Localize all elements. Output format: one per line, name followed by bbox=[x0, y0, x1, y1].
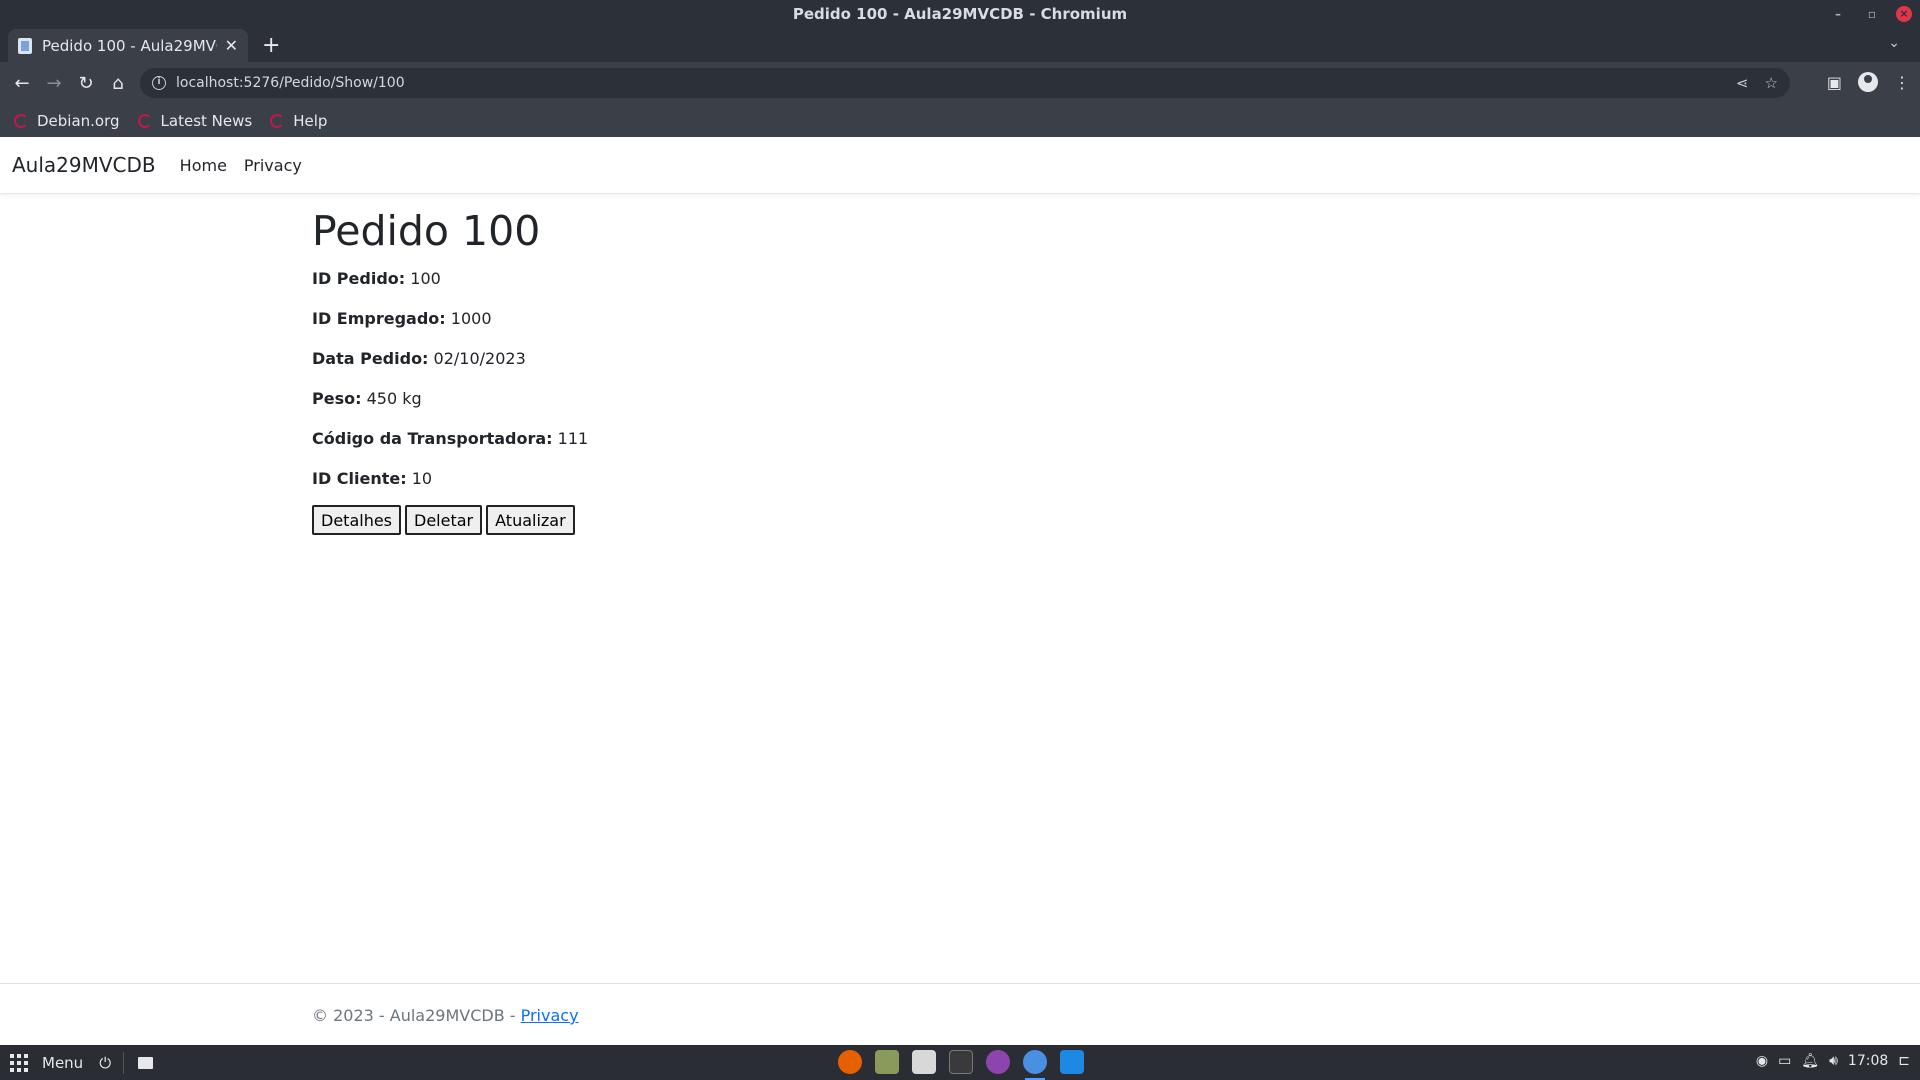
tab-title: Pedido 100 - Aula29MVC bbox=[42, 36, 217, 55]
notification-bell-icon[interactable]: 🔔︎ bbox=[1801, 1053, 1819, 1069]
page-favicon-icon bbox=[18, 37, 32, 54]
field-peso: Peso: 450 kg bbox=[312, 389, 1612, 409]
bookmark-help[interactable]: Help bbox=[270, 112, 327, 130]
copyright-text: © 2023 - Aula29MVCDB - bbox=[312, 1006, 521, 1025]
desktop-taskbar: Menu ⏻ ◉ ▭ 🔔︎ 🔊︎ 17:08 ⊏ bbox=[0, 1045, 1920, 1080]
field-label: Código da Transportadora: bbox=[312, 429, 553, 449]
power-icon[interactable]: ⏻ bbox=[99, 1054, 111, 1072]
field-value: 100 bbox=[410, 269, 441, 289]
minimize-icon[interactable]: – bbox=[1828, 0, 1848, 28]
site-info-icon[interactable]: i bbox=[152, 76, 166, 90]
nav-link-home[interactable]: Home bbox=[180, 156, 227, 175]
site-navbar: Aula29MVCDB Home Privacy bbox=[0, 137, 1920, 194]
folder-icon[interactable] bbox=[138, 1056, 154, 1069]
app-menu-grid-icon[interactable] bbox=[10, 1053, 28, 1072]
clock[interactable]: 17:08 bbox=[1848, 1053, 1888, 1069]
update-button[interactable]: Atualizar bbox=[486, 505, 575, 536]
tab-close-icon[interactable]: ✕ bbox=[225, 36, 238, 55]
bookmark-star-icon[interactable]: ☆ bbox=[1765, 74, 1778, 92]
maximize-icon[interactable]: ▫ bbox=[1862, 0, 1882, 28]
site-brand-link[interactable]: Aula29MVCDB bbox=[12, 153, 156, 177]
field-label: ID Cliente: bbox=[312, 469, 407, 489]
back-arrow-icon[interactable]: ← bbox=[6, 73, 38, 94]
field-label: ID Pedido: bbox=[312, 269, 406, 289]
bookmarks-bar: Debian.org Latest News Help bbox=[0, 104, 1920, 137]
menu-button[interactable]: Menu bbox=[42, 1054, 83, 1072]
display-icon[interactable]: ▭ bbox=[1778, 1053, 1791, 1069]
forward-arrow-icon[interactable]: → bbox=[38, 73, 70, 94]
browser-toolbar: ← → ↻ ⌂ i localhost:5276/Pedido/Show/100… bbox=[0, 62, 1920, 104]
taskbar-apps bbox=[838, 1050, 1084, 1080]
field-value: 1000 bbox=[450, 309, 492, 329]
window-title: Pedido 100 - Aula29MVCDB - Chromium bbox=[792, 5, 1128, 23]
text-editor-icon[interactable] bbox=[912, 1050, 936, 1074]
page-title: Pedido 100 bbox=[312, 207, 541, 255]
delete-button[interactable]: Deletar bbox=[405, 505, 483, 536]
field-data-pedido: Data Pedido: 02/10/2023 bbox=[312, 349, 1612, 369]
home-icon[interactable]: ⌂ bbox=[102, 73, 134, 94]
field-value: 10 bbox=[411, 469, 433, 489]
footer-text: © 2023 - Aula29MVCDB - Privacy bbox=[312, 1006, 579, 1025]
system-tray: ◉ ▭ 🔔︎ 🔊︎ 17:08 ⊏ bbox=[1756, 1053, 1910, 1069]
close-window-button[interactable]: × bbox=[1896, 6, 1912, 22]
files-icon[interactable] bbox=[875, 1050, 899, 1074]
field-value: 111 bbox=[557, 429, 589, 449]
window-controls: – ▫ × bbox=[1828, 0, 1912, 28]
field-id-pedido: ID Pedido: 100 bbox=[312, 269, 1612, 289]
new-tab-icon[interactable]: + bbox=[262, 33, 280, 58]
details-button[interactable]: Detalhes bbox=[312, 505, 402, 536]
field-label: ID Empregado: bbox=[312, 309, 446, 329]
volume-icon[interactable]: 🔊︎ bbox=[1829, 1053, 1838, 1069]
profile-avatar-icon[interactable] bbox=[1858, 72, 1878, 92]
bookmark-label: Help bbox=[293, 111, 328, 130]
field-value: 02/10/2023 bbox=[433, 349, 526, 369]
site-footer: © 2023 - Aula29MVCDB - Privacy bbox=[0, 983, 1920, 1045]
nav-link-privacy[interactable]: Privacy bbox=[244, 156, 302, 175]
field-label: Data Pedido: bbox=[312, 349, 429, 369]
debian-swirl-icon bbox=[137, 113, 152, 128]
bookmark-latest-news[interactable]: Latest News bbox=[137, 111, 253, 130]
main-content: Pedido 100 ID Pedido: 100 ID Empregado: … bbox=[312, 207, 1612, 536]
debian-swirl-icon bbox=[270, 113, 285, 128]
url-text[interactable]: localhost:5276/Pedido/Show/100 bbox=[176, 75, 405, 91]
bookmark-label: Latest News bbox=[160, 111, 253, 130]
debian-swirl-icon bbox=[14, 113, 28, 128]
share-icon[interactable]: ⋖ bbox=[1736, 74, 1749, 92]
eye-icon[interactable]: ◉ bbox=[1756, 1053, 1768, 1069]
field-id-cliente: ID Cliente: 10 bbox=[312, 469, 1612, 489]
kebab-menu-icon[interactable]: ⋮ bbox=[1894, 73, 1910, 92]
github-desktop-icon[interactable] bbox=[986, 1050, 1010, 1074]
window-titlebar: Pedido 100 - Aula29MVCDB - Chromium – ▫ … bbox=[0, 0, 1920, 29]
bookmark-label: Debian.org bbox=[37, 111, 120, 130]
bookmark-debian[interactable]: Debian.org bbox=[14, 112, 120, 130]
firefox-icon[interactable] bbox=[838, 1050, 862, 1074]
reload-icon[interactable]: ↻ bbox=[70, 73, 102, 94]
terminal-icon[interactable] bbox=[949, 1050, 973, 1074]
field-label: Peso: bbox=[312, 389, 362, 409]
field-id-empregado: ID Empregado: 1000 bbox=[312, 309, 1612, 329]
browser-tab[interactable]: Pedido 100 - Aula29MVC ✕ bbox=[8, 29, 248, 62]
tab-strip: Pedido 100 - Aula29MVC ✕ + ⌄ bbox=[0, 29, 1920, 62]
show-desktop-icon[interactable]: ⊏ bbox=[1898, 1053, 1910, 1069]
field-codigo-transportadora: Código da Transportadora: 111 bbox=[312, 429, 1612, 449]
side-panel-icon[interactable]: ▣ bbox=[1827, 73, 1842, 92]
taskbar-separator bbox=[123, 1051, 125, 1074]
chromium-icon[interactable] bbox=[1023, 1050, 1047, 1080]
address-bar[interactable]: i localhost:5276/Pedido/Show/100 ⋖ ☆ bbox=[140, 68, 1790, 98]
tab-search-chevron-icon[interactable]: ⌄ bbox=[1888, 35, 1900, 51]
footer-privacy-link[interactable]: Privacy bbox=[521, 1006, 579, 1025]
vscode-icon[interactable] bbox=[1060, 1050, 1084, 1074]
field-value: 450 kg bbox=[366, 389, 422, 409]
action-buttons: Detalhes Deletar Atualizar bbox=[312, 505, 1612, 536]
